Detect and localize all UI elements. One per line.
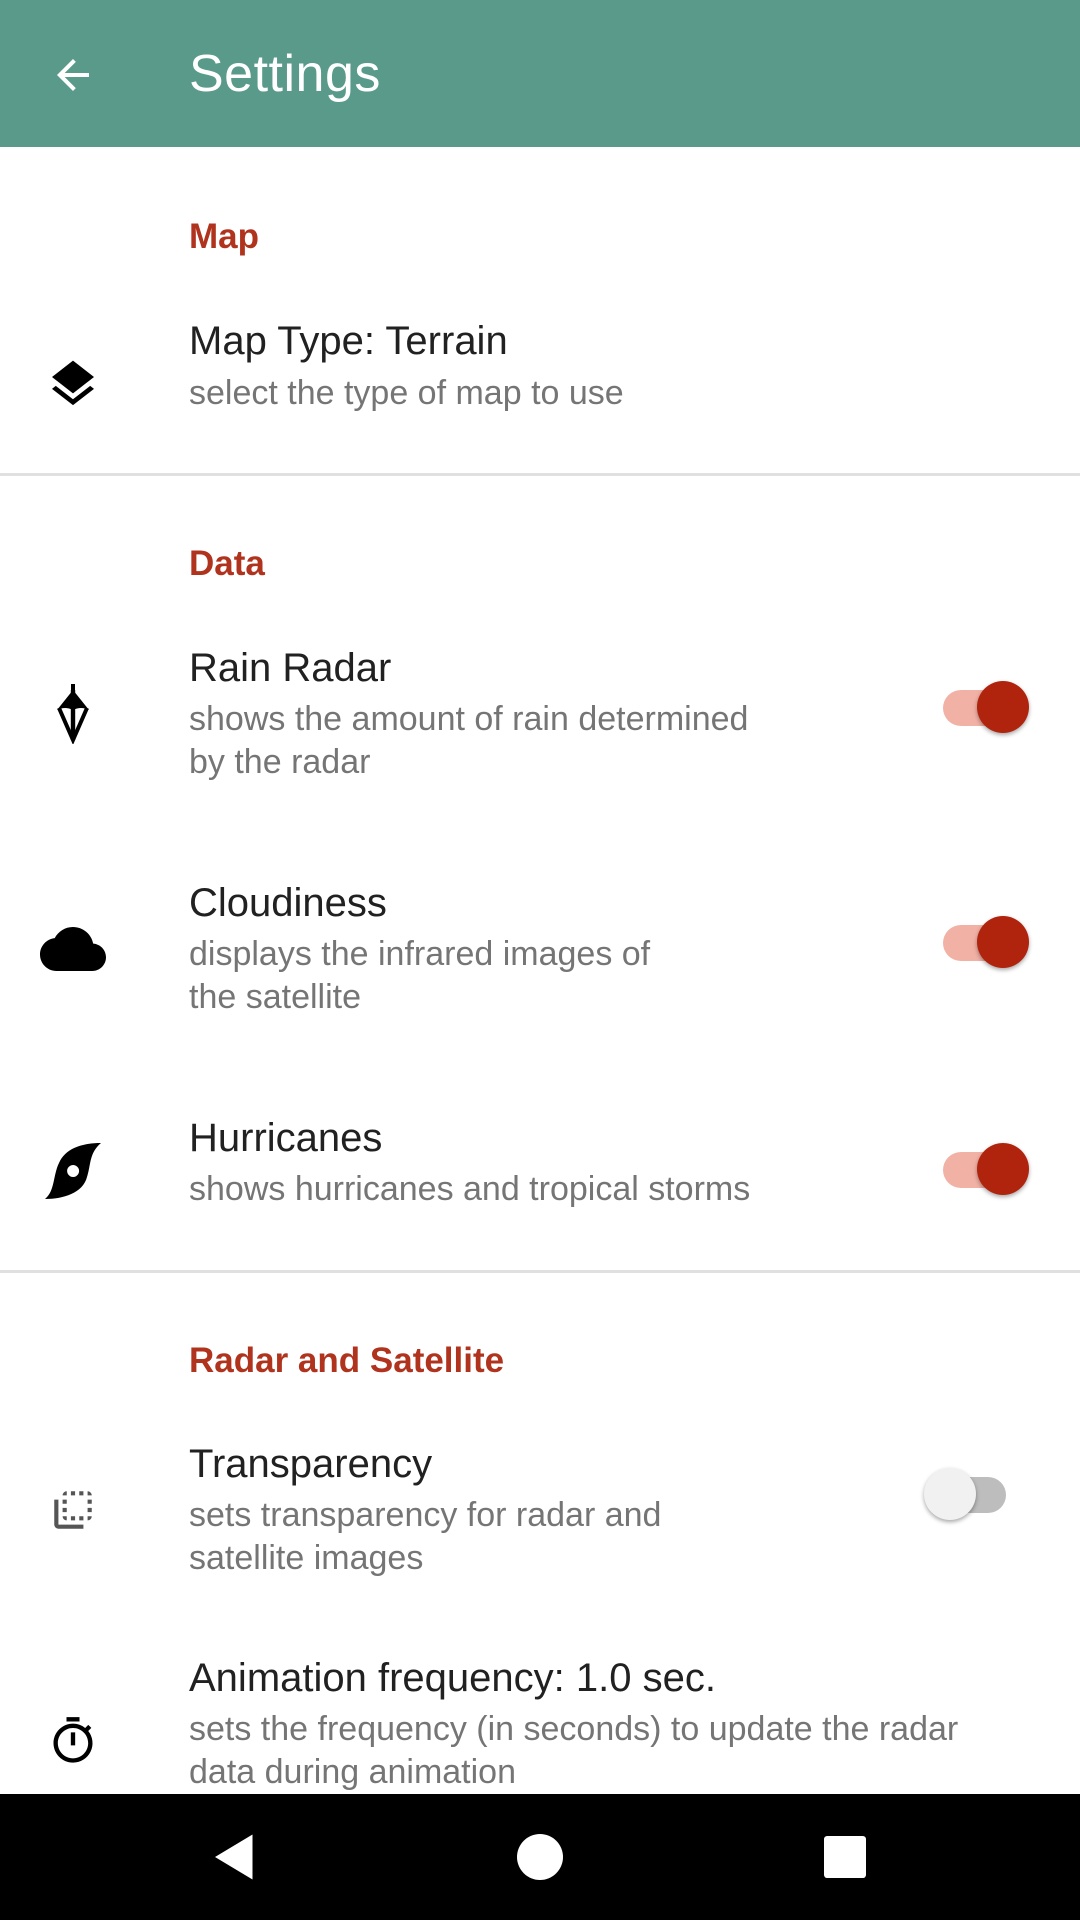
settings-list[interactable]: Map Map Type: Terrain select the type of…	[0, 147, 1080, 1794]
nav-back-icon	[215, 1834, 253, 1880]
divider	[0, 1270, 1080, 1273]
switch-thumb	[977, 916, 1029, 968]
section-header-data: Data	[189, 544, 265, 583]
switch-thumb	[977, 681, 1029, 733]
switch-thumb	[977, 1143, 1029, 1195]
page-title: Settings	[189, 45, 381, 103]
nav-recents-icon	[824, 1836, 866, 1878]
pref-summary-line2: by the radar	[189, 743, 371, 781]
pref-cloudiness[interactable]: Cloudiness displays the infrared images …	[0, 879, 1080, 1029]
switch-thumb	[924, 1468, 976, 1520]
pref-summary-line1: sets the frequency (in seconds) to updat…	[189, 1710, 959, 1748]
pref-summary-line1: displays the infrared images of	[189, 935, 651, 973]
app-bar: Settings	[0, 0, 1080, 147]
pref-summary-line2: data during animation	[189, 1753, 517, 1791]
pref-title: Animation frequency: 1.0 sec.	[189, 1656, 716, 1700]
pref-transparency[interactable]: Transparency sets transparency for radar…	[0, 1440, 1080, 1590]
pref-title: Hurricanes	[189, 1116, 383, 1160]
pref-animation-frequency[interactable]: Animation frequency: 1.0 sec. sets the f…	[0, 1654, 1080, 1794]
nav-home-icon	[517, 1834, 563, 1880]
cloud-icon	[36, 912, 110, 986]
pref-rain-radar[interactable]: Rain Radar shows the amount of rain dete…	[0, 644, 1080, 794]
pref-summary-line2: the satellite	[189, 978, 361, 1016]
arrow-left-icon	[57, 59, 89, 91]
transparency-switch[interactable]	[924, 1460, 1014, 1520]
hurricanes-switch[interactable]	[935, 1135, 1029, 1195]
cloudiness-switch[interactable]	[935, 908, 1029, 968]
pref-hurricanes[interactable]: Hurricanes shows hurricanes and tropical…	[0, 1114, 1080, 1224]
nav-home-button[interactable]	[500, 1817, 580, 1897]
pref-summary: shows hurricanes and tropical storms	[189, 1170, 751, 1208]
navigation-bar	[0, 1794, 1080, 1920]
hurricane-icon	[36, 1134, 110, 1208]
pref-title: Cloudiness	[189, 881, 387, 925]
section-header-map: Map	[189, 217, 259, 256]
section-header-radar-satellite: Radar and Satellite	[189, 1341, 505, 1380]
pref-summary-line2: satellite images	[189, 1539, 424, 1577]
nav-back-button[interactable]	[195, 1817, 275, 1897]
pref-title: Rain Radar	[189, 646, 392, 690]
umbrella-icon	[36, 677, 110, 751]
pref-summary-line1: sets transparency for radar and	[189, 1496, 662, 1534]
timer-icon	[36, 1704, 110, 1778]
pref-title: Map Type: Terrain	[189, 319, 508, 363]
pref-title: Transparency	[189, 1442, 433, 1486]
pref-map-type[interactable]: Map Type: Terrain select the type of map…	[0, 317, 1080, 452]
flip-to-back-icon	[36, 1473, 110, 1547]
divider	[0, 473, 1080, 476]
rain-radar-switch[interactable]	[935, 673, 1029, 733]
pref-summary-line1: shows the amount of rain determined	[189, 700, 749, 738]
back-button[interactable]	[30, 32, 116, 118]
layers-icon	[36, 347, 110, 421]
nav-recents-button[interactable]	[805, 1817, 885, 1897]
pref-summary: select the type of map to use	[189, 374, 624, 412]
